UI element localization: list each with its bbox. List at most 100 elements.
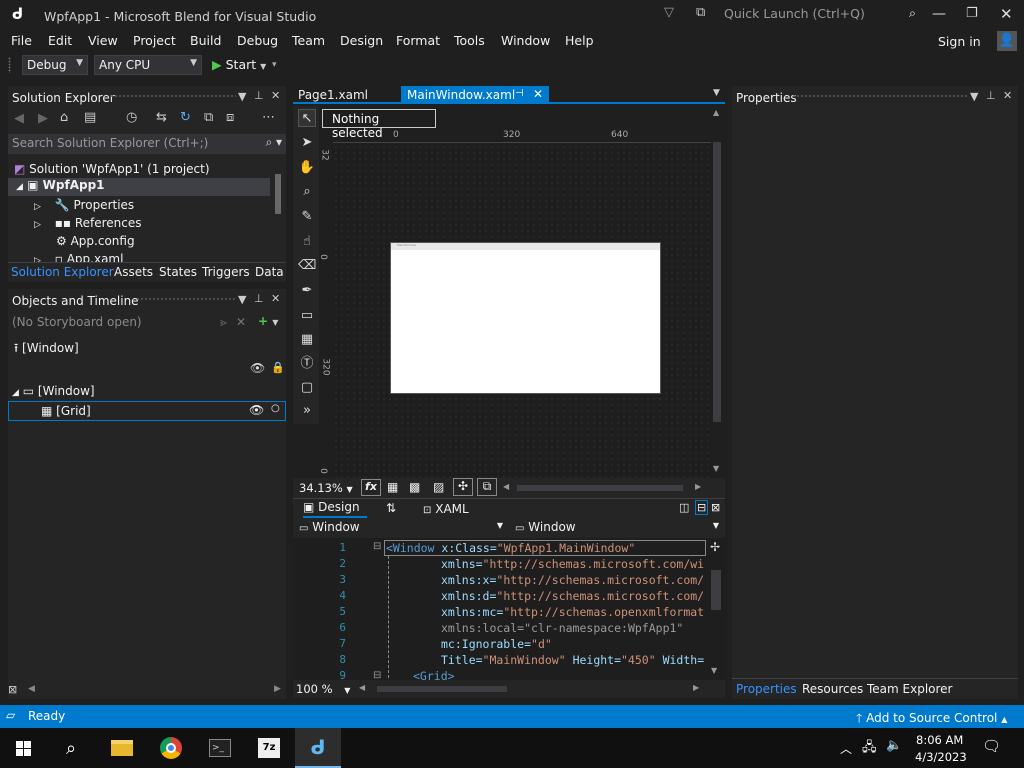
scrollbar-thumb[interactable] (377, 686, 507, 692)
scroll-down-icon[interactable]: ▼ (713, 464, 719, 473)
pin-icon[interactable]: ⊥ (254, 292, 264, 305)
editor-zoom-dropdown[interactable]: 100 % ▼ (296, 682, 350, 696)
scope-right-dropdown[interactable]: ▭ Window ▼ (511, 519, 723, 537)
tab-solution-explorer[interactable]: Solution Explorer (11, 265, 114, 279)
taskbar-terminal[interactable]: >_ (197, 728, 243, 768)
tree-item-app-config[interactable]: ⚙ App.config (56, 234, 135, 248)
scroll-right-icon[interactable]: ▶ (274, 684, 281, 694)
tray-overflow-icon[interactable]: ︿ (840, 740, 852, 757)
properties-icon[interactable]: ⋯ (262, 110, 275, 125)
tree-item-window[interactable]: ◢ ▭ [Window] (12, 384, 95, 398)
menu-design[interactable]: Design (340, 33, 383, 48)
timeline-root[interactable]: ⭱ [Window] (14, 339, 79, 360)
vertical-split-icon[interactable]: ◫ (679, 501, 689, 514)
pin-icon[interactable]: ⊣ (515, 88, 524, 99)
tab-triggers[interactable]: Triggers (202, 265, 250, 279)
add-source-control-button[interactable]: 🡑 Add to Source Control ▲ (856, 709, 1007, 730)
snap-grid-icon[interactable]: ▩ (409, 480, 420, 494)
minimize-button[interactable]: — (932, 6, 946, 22)
tree-item-solution[interactable]: ◩ Solution 'WpfApp1' (1 project) (14, 162, 210, 176)
menu-edit[interactable]: Edit (48, 33, 72, 48)
pin-icon[interactable]: ⊥ (254, 89, 264, 102)
pan-tool-icon[interactable]: ✋ (298, 159, 316, 177)
scroll-up-icon[interactable]: ▲ (713, 108, 719, 117)
storyboard-picker[interactable]: (No Storyboard open) ⪢ ✕ + ▼ (8, 313, 286, 333)
sync-icon[interactable]: ⇆ (156, 110, 167, 125)
checker-icon[interactable]: ▨ (433, 480, 444, 494)
taskbar-search-button[interactable]: ⌕ (48, 728, 94, 768)
menu-tools[interactable]: Tools (454, 33, 485, 48)
close-storyboard-icon[interactable]: ✕ (236, 315, 246, 329)
eye-icon[interactable]: 👁 (250, 361, 265, 375)
scroll-down-icon[interactable]: ▼ (711, 666, 717, 675)
lock-circle-icon[interactable]: ○ (271, 403, 280, 414)
pen-tool-icon[interactable]: ✒ (298, 282, 316, 300)
scroll-left-icon[interactable]: ◀ (503, 482, 509, 491)
taskbar-blend[interactable]: ᑯ (295, 728, 341, 768)
show-all-files-icon[interactable]: ⧈ (226, 110, 234, 125)
menu-help[interactable]: Help (565, 33, 594, 48)
menu-debug[interactable]: Debug (237, 33, 278, 48)
tab-states[interactable]: States (159, 265, 197, 279)
tree-item-references[interactable]: ▷ ▪▪ References (34, 216, 142, 230)
tab-team-explorer[interactable]: Team Explorer (867, 682, 953, 696)
pin-icon[interactable]: ⊥ (986, 89, 996, 102)
effects-button[interactable]: fx (361, 479, 381, 496)
scope-left-dropdown[interactable]: ▭ Window ▼ (295, 519, 507, 537)
network-icon[interactable]: 🖧 (862, 738, 877, 760)
notification-icon[interactable]: 🗨 (982, 737, 1001, 755)
tab-data[interactable]: Data (255, 265, 284, 279)
collapse-pane-icon[interactable]: ⊠ (711, 501, 720, 514)
vertical-scrollbar[interactable] (274, 162, 282, 262)
quick-launch-input[interactable]: Quick Launch (Ctrl+Q) ⌕ (720, 3, 920, 25)
eye-icon[interactable]: 👁 (249, 403, 264, 417)
fold-collapse-icon[interactable]: ⊟ (373, 670, 381, 679)
collapse-all-icon[interactable]: ⧉ (204, 110, 213, 125)
direct-selection-tool-icon[interactable]: ➤ (298, 134, 316, 152)
horizontal-scrollbar[interactable]: ⊠ ◀ ▶ (8, 683, 286, 697)
toolbar-overflow-icon[interactable]: ▾ (272, 60, 277, 70)
menu-file[interactable]: File (11, 33, 32, 48)
fold-collapse-icon[interactable]: ⊟ (373, 541, 381, 552)
timeline-toggle-icon[interactable]: ⊠ (8, 683, 17, 696)
refresh-icon[interactable]: ↻ (180, 110, 191, 125)
tab-mainwindow-xaml[interactable]: MainWindow.xaml ⊣ ✕ (401, 86, 549, 104)
tab-resources[interactable]: Resources (802, 682, 863, 696)
filter-icon[interactable]: ▽ (664, 5, 674, 20)
scroll-right-icon[interactable]: ▶ (693, 683, 699, 692)
scrollbar-thumb[interactable] (711, 570, 721, 610)
eyedropper-tool-icon[interactable]: ✎ (298, 208, 316, 226)
close-icon[interactable]: ✕ (1003, 89, 1012, 102)
text-tool-icon[interactable]: Ⓣ (298, 355, 316, 373)
tab-properties[interactable]: Properties (736, 682, 797, 696)
horizontal-split-icon[interactable]: ⊟ (695, 500, 709, 515)
selection-tool-icon[interactable]: ↖ (298, 109, 316, 127)
clock-time[interactable]: 8:06 AM (916, 733, 963, 747)
dropdown-icon[interactable]: ▼ (238, 293, 246, 306)
home-icon[interactable]: ⌂ (60, 110, 68, 125)
history-icon[interactable]: ◷ (126, 110, 137, 125)
tab-assets[interactable]: Assets (114, 265, 153, 279)
menu-build[interactable]: Build (190, 33, 221, 48)
platform-dropdown[interactable]: Any CPU ▼ (94, 55, 202, 75)
dropdown-icon[interactable]: ▼ (238, 90, 246, 103)
scrollbar-thumb[interactable] (275, 174, 281, 214)
control-tool-icon[interactable]: ▢ (298, 379, 316, 397)
split-editor-icon[interactable]: ✢ (710, 540, 720, 554)
grid-view-icon[interactable]: ▦ (387, 480, 398, 494)
tab-page1-xaml[interactable]: Page1.xaml (293, 86, 399, 104)
editor-vertical-scrollbar[interactable]: ✢ ▼ (708, 540, 724, 680)
start-button[interactable]: ▶ Start ▼ (212, 57, 266, 72)
tree-item-project[interactable]: ◢ ▣ WpfApp1 (8, 178, 270, 196)
menu-view[interactable]: View (88, 33, 118, 48)
close-icon[interactable]: ✕ (271, 89, 280, 102)
grid-tool-icon[interactable]: ▦ (298, 331, 316, 349)
scope-up-icon[interactable]: ⭱ (14, 341, 18, 355)
volume-icon[interactable]: 🔈 (886, 738, 902, 753)
taskbar-chrome[interactable] (148, 728, 194, 768)
taskbar-file-explorer[interactable] (99, 728, 145, 768)
taskbar-7zip[interactable]: 7z (246, 728, 292, 768)
menu-team[interactable]: Team (292, 33, 325, 48)
assets-tool-icon[interactable]: » (298, 402, 316, 420)
snap-gridlines-icon[interactable]: ✣ (453, 478, 473, 496)
